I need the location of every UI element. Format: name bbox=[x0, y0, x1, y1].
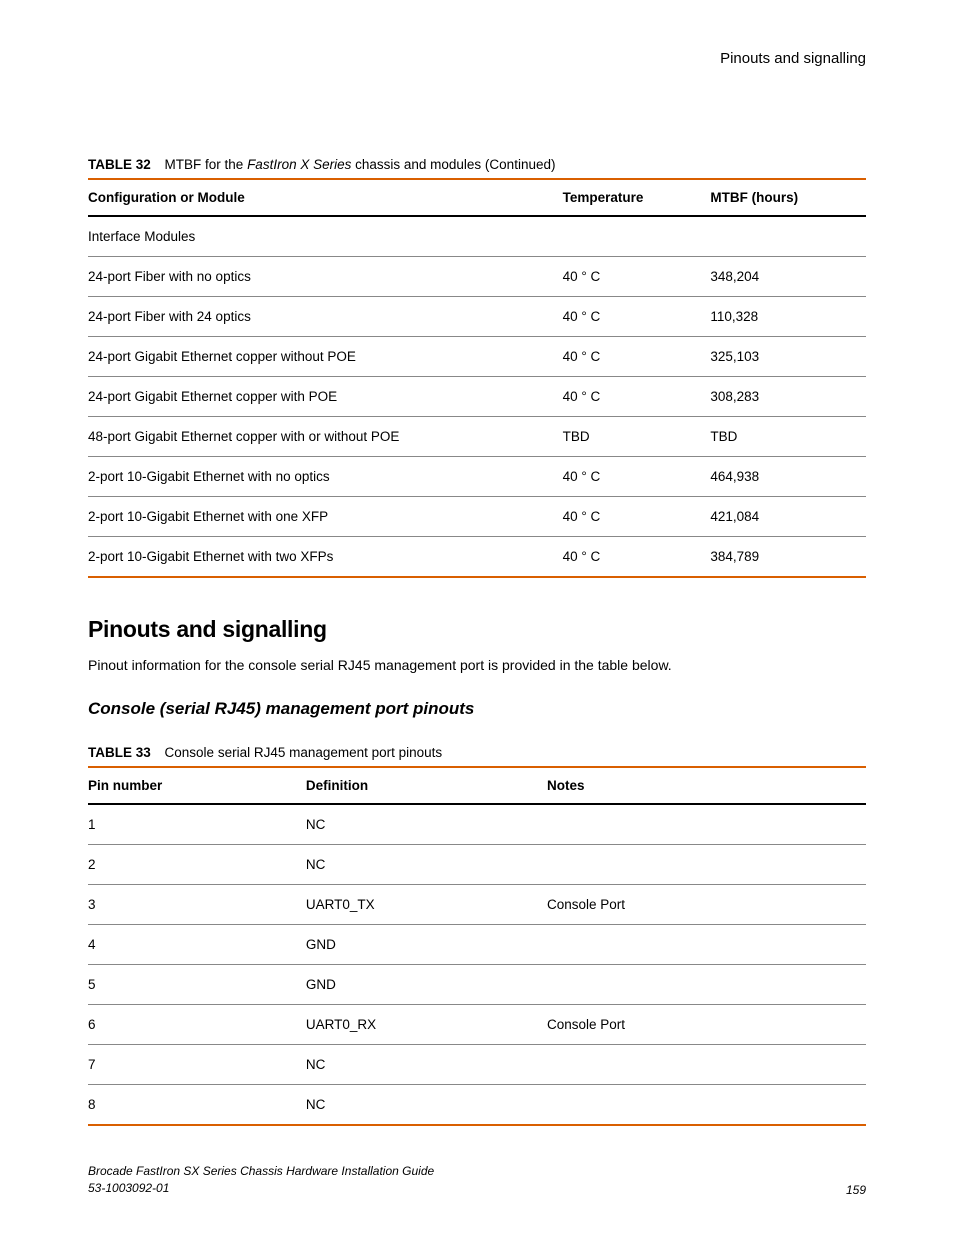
section-subheading: Console (serial RJ45) management port pi… bbox=[88, 699, 866, 719]
table-33-col-pin: Pin number bbox=[88, 767, 306, 804]
table-row: 2-port 10-Gigabit Ethernet with no optic… bbox=[88, 457, 866, 497]
table-cell: 8 bbox=[88, 1085, 306, 1126]
section-heading: Pinouts and signalling bbox=[88, 616, 866, 643]
table-row: 24-port Fiber with no optics 40 ° C 348,… bbox=[88, 257, 866, 297]
table-cell: 2-port 10-Gigabit Ethernet with two XFPs bbox=[88, 537, 563, 578]
table-cell: 40 ° C bbox=[563, 377, 711, 417]
table-cell: Console Port bbox=[547, 885, 866, 925]
running-header: Pinouts and signalling bbox=[88, 50, 866, 67]
footer-page-number: 159 bbox=[846, 1183, 866, 1197]
table-cell: 40 ° C bbox=[563, 297, 711, 337]
table-cell: 1 bbox=[88, 804, 306, 845]
table-cell: 421,084 bbox=[710, 497, 866, 537]
table-cell: TBD bbox=[563, 417, 711, 457]
table-cell: 464,938 bbox=[710, 457, 866, 497]
table-cell bbox=[547, 965, 866, 1005]
table-32-col-temp: Temperature bbox=[563, 179, 711, 216]
table-cell: 4 bbox=[88, 925, 306, 965]
table-cell: GND bbox=[306, 925, 547, 965]
footer-guide-title: Brocade FastIron SX Series Chassis Hardw… bbox=[88, 1163, 434, 1180]
table-cell: Console Port bbox=[547, 1005, 866, 1045]
table-cell: GND bbox=[306, 965, 547, 1005]
table-cell bbox=[547, 845, 866, 885]
table-row: 1 NC bbox=[88, 804, 866, 845]
table-cell: UART0_TX bbox=[306, 885, 547, 925]
table-row: 24-port Gigabit Ethernet copper with POE… bbox=[88, 377, 866, 417]
table-32-caption: TABLE 32 MTBF for the FastIron X Series … bbox=[88, 157, 866, 172]
table-row: 2-port 10-Gigabit Ethernet with one XFP … bbox=[88, 497, 866, 537]
table-32: Configuration or Module Temperature MTBF… bbox=[88, 178, 866, 578]
table-cell: NC bbox=[306, 804, 547, 845]
table-cell: 2 bbox=[88, 845, 306, 885]
table-cell: 40 ° C bbox=[563, 337, 711, 377]
table-cell: 24-port Fiber with 24 optics bbox=[88, 297, 563, 337]
document-page: Pinouts and signalling TABLE 32 MTBF for… bbox=[0, 0, 954, 1235]
table-cell: 48-port Gigabit Ethernet copper with or … bbox=[88, 417, 563, 457]
table-row: 7 NC bbox=[88, 1045, 866, 1085]
table-cell: 308,283 bbox=[710, 377, 866, 417]
table-cell: 348,204 bbox=[710, 257, 866, 297]
table-cell: 110,328 bbox=[710, 297, 866, 337]
table-32-caption-prefix: MTBF for the bbox=[165, 157, 248, 172]
table-cell: 2-port 10-Gigabit Ethernet with one XFP bbox=[88, 497, 563, 537]
table-cell bbox=[547, 1045, 866, 1085]
table-32-caption-italic: FastIron X Series bbox=[247, 157, 351, 172]
footer-doc-number: 53-1003092-01 bbox=[88, 1180, 434, 1197]
table-cell: 40 ° C bbox=[563, 537, 711, 578]
table-33-label: TABLE 33 bbox=[88, 745, 151, 760]
table-cell bbox=[547, 1085, 866, 1126]
table-32-section-row: Interface Modules bbox=[88, 216, 866, 257]
table-row: 5 GND bbox=[88, 965, 866, 1005]
table-cell: 325,103 bbox=[710, 337, 866, 377]
table-cell: UART0_RX bbox=[306, 1005, 547, 1045]
table-cell: NC bbox=[306, 845, 547, 885]
table-33-col-notes: Notes bbox=[547, 767, 866, 804]
footer-left: Brocade FastIron SX Series Chassis Hardw… bbox=[88, 1163, 434, 1197]
table-row: 6 UART0_RX Console Port bbox=[88, 1005, 866, 1045]
table-cell: 384,789 bbox=[710, 537, 866, 578]
page-footer: Brocade FastIron SX Series Chassis Hardw… bbox=[88, 1163, 866, 1197]
table-cell: 3 bbox=[88, 885, 306, 925]
table-cell: TBD bbox=[710, 417, 866, 457]
table-row: 3 UART0_TX Console Port bbox=[88, 885, 866, 925]
table-row: 24-port Fiber with 24 optics 40 ° C 110,… bbox=[88, 297, 866, 337]
table-cell bbox=[547, 804, 866, 845]
table-33-col-def: Definition bbox=[306, 767, 547, 804]
table-cell: 5 bbox=[88, 965, 306, 1005]
section-paragraph: Pinout information for the console seria… bbox=[88, 657, 866, 673]
table-32-col-mtbf: MTBF (hours) bbox=[710, 179, 866, 216]
table-32-label: TABLE 32 bbox=[88, 157, 151, 172]
table-33-caption-text: Console serial RJ45 management port pino… bbox=[165, 745, 443, 760]
table-33: Pin number Definition Notes 1 NC 2 NC 3 … bbox=[88, 766, 866, 1126]
table-32-col-config: Configuration or Module bbox=[88, 179, 563, 216]
table-row: 8 NC bbox=[88, 1085, 866, 1126]
table-32-caption-suffix: chassis and modules (Continued) bbox=[351, 157, 555, 172]
table-32-section-label: Interface Modules bbox=[88, 216, 866, 257]
table-cell: 2-port 10-Gigabit Ethernet with no optic… bbox=[88, 457, 563, 497]
table-cell: 40 ° C bbox=[563, 257, 711, 297]
table-cell: 24-port Fiber with no optics bbox=[88, 257, 563, 297]
table-row: 4 GND bbox=[88, 925, 866, 965]
table-cell: 6 bbox=[88, 1005, 306, 1045]
table-cell: 40 ° C bbox=[563, 497, 711, 537]
table-33-caption: TABLE 33 Console serial RJ45 management … bbox=[88, 745, 866, 760]
table-row: 2-port 10-Gigabit Ethernet with two XFPs… bbox=[88, 537, 866, 578]
table-cell: 24-port Gigabit Ethernet copper without … bbox=[88, 337, 563, 377]
table-cell: 7 bbox=[88, 1045, 306, 1085]
table-cell: 24-port Gigabit Ethernet copper with POE bbox=[88, 377, 563, 417]
table-cell bbox=[547, 925, 866, 965]
table-row: 48-port Gigabit Ethernet copper with or … bbox=[88, 417, 866, 457]
table-row: 24-port Gigabit Ethernet copper without … bbox=[88, 337, 866, 377]
table-cell: NC bbox=[306, 1045, 547, 1085]
table-cell: 40 ° C bbox=[563, 457, 711, 497]
table-cell: NC bbox=[306, 1085, 547, 1126]
table-row: 2 NC bbox=[88, 845, 866, 885]
